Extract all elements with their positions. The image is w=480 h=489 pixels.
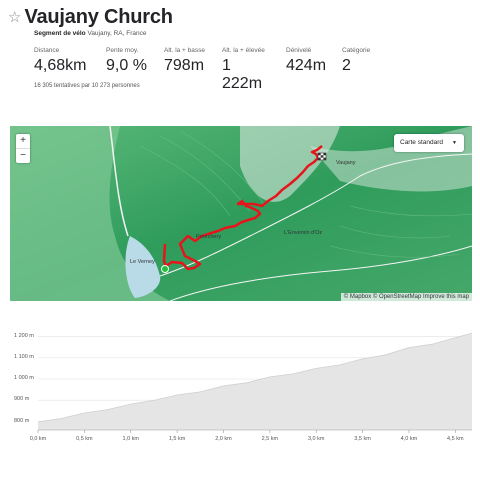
stat-label: Distance xyxy=(34,47,60,54)
stat-label: Alt. la + élevée xyxy=(222,47,265,54)
stat-label: Catégorie xyxy=(342,47,371,54)
place-label-le-verney: Le Verney xyxy=(130,259,155,265)
caret-down-icon: ▼ xyxy=(452,140,457,146)
x-tick-label: 3,0 km xyxy=(307,436,325,442)
x-tick-label: 0,5 km xyxy=(76,436,93,442)
stat-value: 9,0 % xyxy=(106,57,147,74)
elevation-plot xyxy=(37,332,473,433)
attempts-count: 16 305 tentatives par 10 273 personnes xyxy=(34,83,140,89)
segment-type: Segment de vélo xyxy=(34,30,86,37)
elevation-area xyxy=(38,333,472,430)
x-tick-label: 4,5 km xyxy=(447,436,464,442)
stat-value: 798m xyxy=(164,57,205,74)
start-marker xyxy=(161,265,169,273)
map-attribution[interactable]: © Mapbox © OpenStreetMap Improve this ma… xyxy=(340,293,472,301)
segment-header: ☆ Vaujany Church xyxy=(8,4,472,30)
y-tick-label: 1 000 m xyxy=(14,375,34,382)
segment-title: Vaujany Church xyxy=(24,5,173,28)
star-icon[interactable]: ☆ xyxy=(8,10,21,25)
y-tick-label: 1 100 m xyxy=(14,353,34,360)
map-type-label: Carte standard xyxy=(400,139,443,146)
x-tick-label: 1,0 km xyxy=(122,436,139,442)
stat-value: 2 xyxy=(342,57,351,74)
zoom-in-button[interactable]: + xyxy=(16,134,30,148)
stat-value: 4,68km xyxy=(34,57,87,74)
stat-lowest: Alt. la + basse 798m xyxy=(164,47,208,93)
stat-category: Catégorie 2 xyxy=(342,47,382,93)
stat-value: 424m xyxy=(286,57,327,74)
segment-location: Vaujany, RA, France xyxy=(87,30,147,37)
finish-flag-icon xyxy=(317,152,327,161)
stat-label: Dénivelé xyxy=(286,47,312,54)
x-tick-label: 1,5 km xyxy=(168,436,186,442)
zoom-control: + − xyxy=(16,134,30,163)
place-label-pourchery: Pourchery xyxy=(196,234,222,240)
elevation-chart xyxy=(0,318,480,448)
segment-subtitle: Segment de vélo Vaujany, RA, France xyxy=(34,30,146,37)
stat-highest: Alt. la + élevée 1 222m xyxy=(222,47,272,93)
y-tick-label: 1 200 m xyxy=(14,332,34,339)
map-terrain xyxy=(10,126,472,301)
stat-label: Alt. la + basse xyxy=(164,47,206,54)
y-tick-label: 900 m xyxy=(14,396,30,403)
x-tick-label: 0,0 km xyxy=(29,436,47,442)
stat-value: 1 222m xyxy=(222,57,263,92)
y-tick-label: 800 m xyxy=(14,417,30,424)
x-tick-label: 2,0 km xyxy=(215,436,232,442)
place-label-enversin: L'Enversin d'Oz xyxy=(284,230,323,236)
zoom-out-button[interactable]: − xyxy=(16,148,30,163)
x-tick-label: 4,0 km xyxy=(400,436,418,442)
stat-label: Pente moy. xyxy=(106,47,139,54)
x-tick-label: 3,5 km xyxy=(354,436,371,442)
stat-elevation-gain: Dénivelé 424m xyxy=(286,47,328,93)
segment-map[interactable]: Vaujany Pourchery L'Enversin d'Oz Le Ver… xyxy=(10,126,472,301)
place-label-vaujany: Vaujany xyxy=(336,160,356,166)
x-tick-label: 2,5 km xyxy=(261,436,279,442)
map-type-select[interactable]: Carte standard ▼ xyxy=(394,134,464,152)
